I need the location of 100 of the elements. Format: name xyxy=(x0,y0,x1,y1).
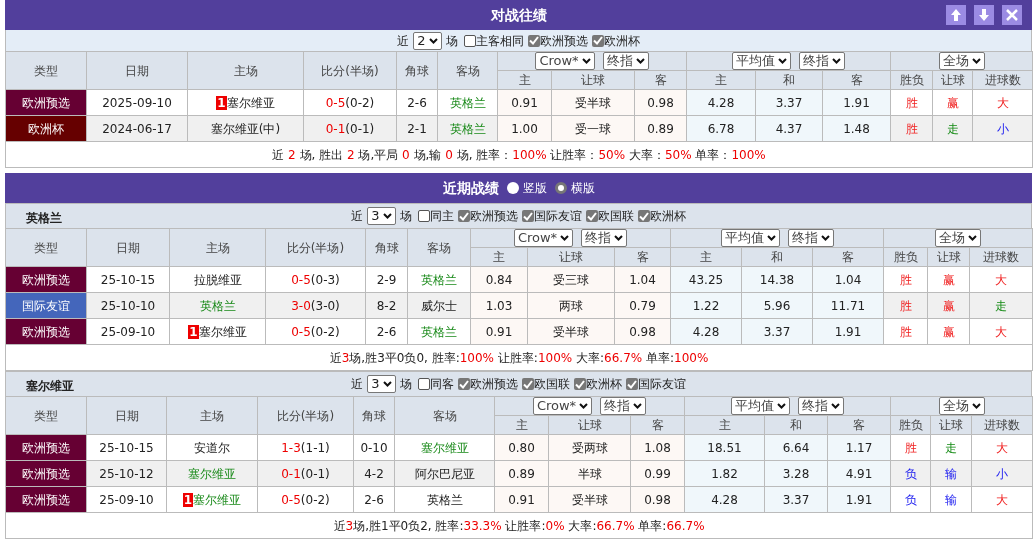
checkbox[interactable] xyxy=(417,378,430,390)
table-cell: 25-10-15 xyxy=(86,266,170,293)
dropdown[interactable]: 平均值 xyxy=(732,52,791,70)
score-cell: 0-5(0-2) xyxy=(303,89,397,116)
checkbox[interactable] xyxy=(527,34,540,47)
radio-label[interactable]: 竖版 xyxy=(522,179,547,197)
team-heading: 塞尔维亚 xyxy=(25,378,75,395)
dropdown[interactable]: 全场 xyxy=(938,52,985,70)
odds-cell: 1.91 xyxy=(822,89,891,116)
radio-button[interactable] xyxy=(506,182,519,194)
caret-icon xyxy=(581,58,591,64)
caret-icon xyxy=(831,403,840,409)
dropdown[interactable]: 终指 xyxy=(602,52,649,70)
radio-button[interactable] xyxy=(554,182,567,194)
checkbox-label[interactable]: 欧洲预选 xyxy=(469,207,518,225)
filter-label: 场 xyxy=(445,32,458,50)
column-header: 主场 xyxy=(169,228,266,267)
odds-cell: 受半球 xyxy=(527,318,615,345)
radio-label[interactable]: 横版 xyxy=(570,179,595,197)
caret-icon xyxy=(766,235,776,241)
checkbox-label[interactable]: 国际友谊 xyxy=(637,375,686,393)
close-button[interactable] xyxy=(1002,5,1022,25)
up-arrow-button[interactable] xyxy=(946,5,966,25)
dropdown[interactable]: 平均值 xyxy=(720,229,780,247)
score-cell: 0-1(0-1) xyxy=(303,115,397,142)
caret-icon xyxy=(971,403,981,409)
dropdown[interactable]: Crow* xyxy=(535,52,595,70)
table-cell: 25-09-10 xyxy=(86,318,170,345)
odds-cell: 受三球 xyxy=(527,266,615,293)
column-header: 角球 xyxy=(353,396,395,435)
result-cell: 胜 xyxy=(890,434,931,461)
dropdown[interactable]: Crow* xyxy=(513,229,574,247)
caret-icon xyxy=(382,213,392,219)
odds-cell: 1.82 xyxy=(684,460,765,487)
column-header: 客场 xyxy=(437,51,498,90)
filter-label: 近 xyxy=(351,376,364,393)
odds-cell: 两球 xyxy=(527,292,615,319)
checkbox-label[interactable]: 欧洲杯 xyxy=(649,207,686,225)
team-name[interactable]: 塞尔维亚 xyxy=(193,492,242,507)
filter-label: 场 xyxy=(399,208,412,225)
checkbox[interactable] xyxy=(591,34,604,47)
checkbox-label[interactable]: 欧洲杯 xyxy=(585,375,622,393)
dropdown[interactable]: 全场 xyxy=(938,397,985,415)
checkbox-label[interactable]: 欧洲预选 xyxy=(539,31,588,50)
summary-text: 近3场,胜1平0负2, 胜率:33.3% 让胜率:0% 大率:66.7% 单率:66.7% xyxy=(333,518,705,533)
column-header: 日期 xyxy=(86,228,170,267)
dropdown[interactable]: 终指 xyxy=(799,52,845,70)
dropdown[interactable]: 终指 xyxy=(581,229,628,247)
column-header: 类型 xyxy=(5,396,87,435)
checkbox-label[interactable]: 同主 xyxy=(429,207,454,225)
checkbox-label[interactable]: 主客相同 xyxy=(475,31,524,50)
table-cell: 2-6 xyxy=(365,318,408,345)
checkbox[interactable] xyxy=(463,34,476,47)
rank-badge: 1 xyxy=(182,492,194,507)
checkbox-label[interactable]: 国际友谊 xyxy=(533,207,582,225)
score-cell: 0-5(0-2) xyxy=(265,318,366,345)
column-header: 日期 xyxy=(86,51,188,90)
filter-label: 近 xyxy=(397,32,410,50)
checkbox-label[interactable]: 欧国联 xyxy=(597,207,634,225)
type-label: 欧洲预选 xyxy=(5,460,87,487)
dropdown[interactable]: 终指 xyxy=(600,397,647,415)
checkbox-label[interactable]: 同客 xyxy=(429,375,454,393)
type-label: 欧洲预选 xyxy=(5,89,87,116)
table-cell: 0-10 xyxy=(353,434,395,461)
rank-badge: 1 xyxy=(188,324,199,339)
dropdown[interactable]: 终指 xyxy=(787,229,834,247)
score-cell: 0-5(0-3) xyxy=(265,266,366,293)
dropdown[interactable]: Crow* xyxy=(532,397,593,415)
result-cell: 走 xyxy=(930,434,972,461)
odds-cell: 43.25 xyxy=(670,266,742,293)
type-label: 欧洲预选 xyxy=(5,486,87,513)
type-label: 国际友谊 xyxy=(5,292,87,319)
table-cell: 2024-06-17 xyxy=(86,115,188,142)
summary-text: 近 2 场, 胜出 2 场,平局 0 场,输 0 场, 胜率：100% 让胜率：50% 大率：50% 单率：100% xyxy=(272,147,766,162)
checkbox-label[interactable]: 欧洲杯 xyxy=(603,31,640,50)
dropdown[interactable]: 2 xyxy=(413,31,442,50)
dropdown[interactable]: 3 xyxy=(367,375,396,393)
table-cell: 2025-09-10 xyxy=(86,89,188,116)
odds-cell: 受半球 xyxy=(551,89,635,116)
dropdown[interactable]: 3 xyxy=(367,207,396,225)
filter-label: 近 xyxy=(351,208,364,225)
down-arrow-button[interactable] xyxy=(974,5,994,25)
summary-text: 近3场,胜3平0负0, 胜率:100% 让胜率:100% 大率:66.7% 单率:100% xyxy=(329,350,709,365)
checkbox-label[interactable]: 欧洲预选 xyxy=(469,375,518,393)
dropdown[interactable]: 终指 xyxy=(798,397,844,415)
dropdown[interactable]: 平均值 xyxy=(731,397,790,415)
result-cell: 胜 xyxy=(890,89,933,116)
checkbox[interactable] xyxy=(417,210,430,222)
dropdown[interactable]: 全场 xyxy=(935,229,981,247)
result-cell: 大 xyxy=(971,486,1033,513)
team-name[interactable]: 塞尔维亚 xyxy=(226,95,275,110)
table-cell: 2-6 xyxy=(396,89,438,116)
checkbox-label[interactable]: 欧国联 xyxy=(533,375,570,393)
caret-icon xyxy=(633,403,643,409)
team-name[interactable]: 塞尔维亚 xyxy=(198,324,247,339)
caret-icon xyxy=(428,37,438,44)
odds-cell: 1.04 xyxy=(812,266,884,293)
column-header: 类型 xyxy=(5,228,87,267)
odds-cell: 11.71 xyxy=(812,292,884,319)
odds-cell: 4.28 xyxy=(684,486,765,513)
